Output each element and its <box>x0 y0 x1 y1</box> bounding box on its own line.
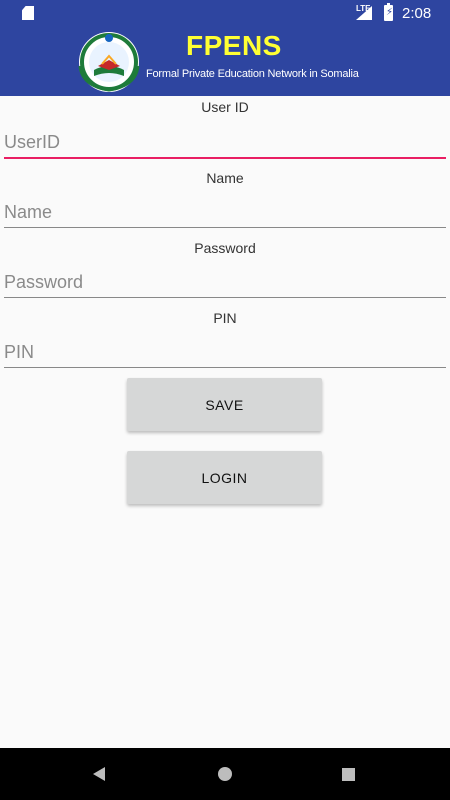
name-input[interactable] <box>4 197 446 228</box>
pin-input[interactable] <box>4 337 446 368</box>
network-type: LTE <box>356 4 371 13</box>
charging-icon: ⚡ <box>386 7 394 18</box>
sd-card-icon <box>22 6 34 20</box>
fpens-logo-icon <box>78 32 140 92</box>
status-time: 2:08 <box>402 5 432 22</box>
login-button[interactable]: LOGIN <box>127 451 322 504</box>
back-icon[interactable] <box>93 767 105 781</box>
password-label: Password <box>194 240 256 256</box>
app-subtitle: Formal Private Education Network in Soma… <box>146 68 359 80</box>
status-bar: LTE ⚡ 2:08 <box>0 0 450 26</box>
save-button[interactable]: SAVE <box>127 378 322 431</box>
pin-label: PIN <box>213 310 237 326</box>
home-icon[interactable] <box>218 767 232 781</box>
recent-apps-icon[interactable] <box>342 768 355 781</box>
app-title: FPENS <box>186 30 282 61</box>
name-label: Name <box>206 170 244 186</box>
userid-label: User ID <box>201 99 249 115</box>
app-header: FPENS Formal Private Education Network i… <box>0 26 450 96</box>
userid-input[interactable] <box>4 127 446 159</box>
navigation-bar <box>0 748 450 800</box>
password-input[interactable] <box>4 267 446 298</box>
